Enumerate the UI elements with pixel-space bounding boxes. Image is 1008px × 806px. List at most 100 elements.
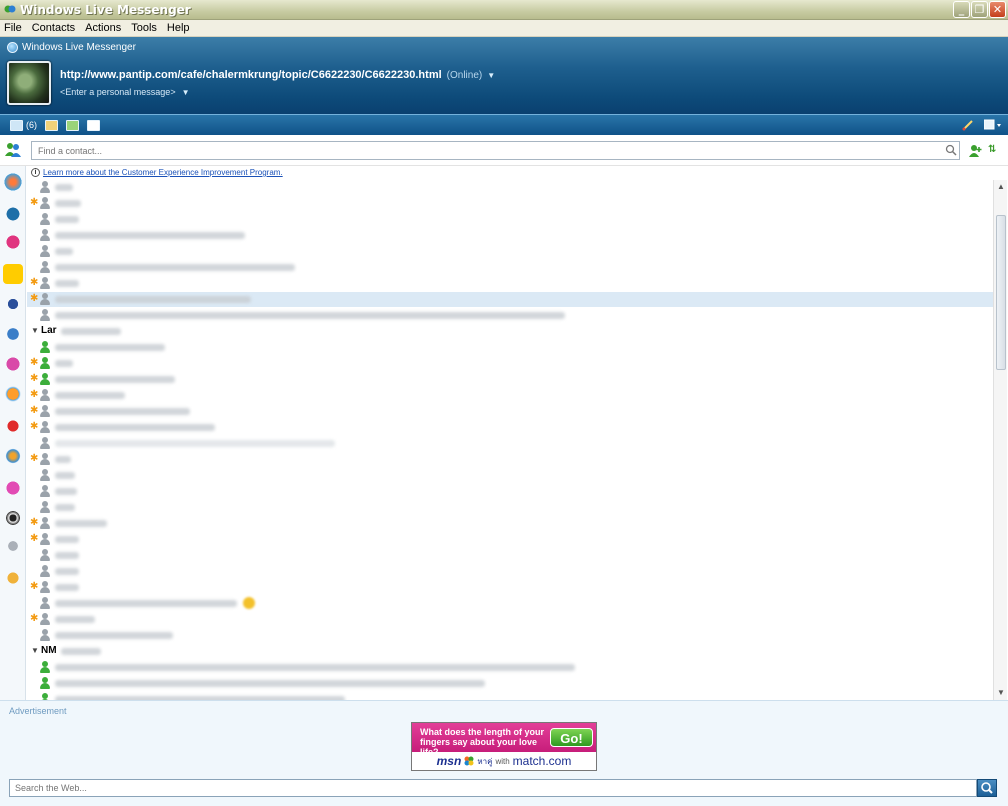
- taro-service-icon[interactable]: [3, 294, 23, 314]
- pink-service-icon[interactable]: [3, 478, 23, 498]
- contact-row[interactable]: ✱: [27, 452, 993, 467]
- menu-contacts[interactable]: Contacts: [32, 22, 75, 34]
- windows-service-icon[interactable]: [3, 446, 23, 466]
- ceip-link[interactable]: Learn more about the Customer Experience…: [43, 168, 283, 177]
- menu-tools[interactable]: Tools: [131, 22, 157, 34]
- ad-brand[interactable]: msn หาคู่ with match.com: [412, 752, 596, 770]
- group-header[interactable]: ▼ Lar: [27, 324, 993, 339]
- contact-row[interactable]: ✱: [27, 532, 993, 547]
- contact-row[interactable]: ✱: [27, 404, 993, 419]
- contact-row[interactable]: ✱: [27, 516, 993, 531]
- scroll-down-icon[interactable]: ▼: [994, 686, 1008, 700]
- contact-row[interactable]: [27, 244, 993, 259]
- chess-pawn-icon[interactable]: [3, 538, 23, 558]
- contact-row[interactable]: [27, 484, 993, 499]
- msn-butterfly-icon: [464, 756, 474, 766]
- contact-row[interactable]: [27, 500, 993, 515]
- butterfly-service-icon[interactable]: [3, 172, 23, 192]
- contact-row[interactable]: ✱: [27, 420, 993, 435]
- dhl-service-icon[interactable]: [3, 264, 23, 284]
- ad-go-button[interactable]: Go!: [550, 728, 593, 747]
- ad-banner[interactable]: What does the length of your fingers say…: [411, 722, 597, 771]
- favorite-star-icon: ✱: [30, 533, 39, 544]
- status-dropdown-icon[interactable]: ▼: [487, 71, 495, 80]
- contact-row[interactable]: [27, 212, 993, 227]
- personal-message[interactable]: <Enter a personal message> ▼: [60, 87, 190, 97]
- ais-service-icon[interactable]: [3, 324, 23, 344]
- favorite-star-icon: ✱: [30, 405, 39, 416]
- contact-row[interactable]: [27, 180, 993, 195]
- show-menu-icon[interactable]: [984, 119, 1002, 131]
- ad-top[interactable]: What does the length of your fingers say…: [412, 723, 596, 757]
- contact-list-scrollbar[interactable]: ▲ ▼: [993, 180, 1007, 700]
- scroll-thumb[interactable]: [996, 215, 1006, 370]
- contact-row[interactable]: [27, 692, 993, 700]
- contact-row[interactable]: [27, 660, 993, 675]
- offline-contact-icon: [40, 565, 50, 577]
- menu-file[interactable]: File: [4, 22, 22, 34]
- contacts-icon[interactable]: [4, 141, 22, 159]
- contact-row[interactable]: ✱: [27, 356, 993, 371]
- contact-row[interactable]: ✱: [27, 196, 993, 211]
- contact-row[interactable]: [27, 228, 993, 243]
- offline-contact-icon: [40, 581, 50, 593]
- maximize-button[interactable]: ❐: [971, 1, 988, 18]
- contact-row[interactable]: [27, 676, 993, 691]
- contact-row[interactable]: [27, 260, 993, 275]
- mobile-service-icon[interactable]: [3, 232, 23, 252]
- sort-contacts-icon[interactable]: ⇅: [988, 144, 1002, 158]
- bell-icon[interactable]: [3, 568, 23, 588]
- hand-service-icon[interactable]: [3, 416, 23, 436]
- contact-row[interactable]: [27, 340, 993, 355]
- close-button[interactable]: ✕: [989, 1, 1006, 18]
- contact-row[interactable]: ✱: [27, 580, 993, 595]
- calendar-icon[interactable]: [87, 119, 100, 131]
- favorite-star-icon: ✱: [30, 389, 39, 400]
- offline-contact-icon: [40, 309, 50, 321]
- scroll-up-icon[interactable]: ▲: [994, 180, 1008, 194]
- spaces-icon[interactable]: [45, 119, 58, 131]
- offline-contact-icon: [40, 181, 50, 193]
- collapse-arrow-icon[interactable]: ▼: [31, 646, 39, 655]
- contact-row-selected[interactable]: ✱: [27, 292, 993, 307]
- web-search-input[interactable]: [9, 779, 977, 797]
- personal-message-dropdown-icon[interactable]: ▼: [182, 88, 190, 97]
- collapse-arrow-icon[interactable]: ▼: [31, 326, 39, 335]
- personal-message-text[interactable]: <Enter a personal message>: [60, 87, 176, 97]
- avatar[interactable]: [7, 61, 51, 105]
- contact-row[interactable]: ✱: [27, 388, 993, 403]
- contact-row[interactable]: [27, 548, 993, 563]
- contact-row[interactable]: [27, 596, 993, 611]
- contact-row[interactable]: ✱: [27, 276, 993, 291]
- mail-count[interactable]: (6): [26, 120, 37, 130]
- web-search-button[interactable]: [977, 779, 997, 797]
- contact-search-input[interactable]: [31, 141, 960, 160]
- contact-row[interactable]: [27, 468, 993, 483]
- add-contact-icon[interactable]: [968, 144, 982, 158]
- mail-icon[interactable]: [10, 119, 23, 131]
- contact-row[interactable]: ✱: [27, 612, 993, 627]
- display-name[interactable]: http://www.pantip.com/cafe/chalermkrung/…: [60, 69, 442, 81]
- search-icon[interactable]: [945, 144, 957, 156]
- favorite-star-icon: ✱: [30, 613, 39, 624]
- offline-contact-icon: [40, 213, 50, 225]
- group-header[interactable]: ▼ NM: [27, 644, 993, 659]
- drop-service-icon[interactable]: [3, 202, 23, 222]
- face-service-icon[interactable]: [3, 384, 23, 404]
- menu-help[interactable]: Help: [167, 22, 190, 34]
- hexagon-service-icon[interactable]: [3, 354, 23, 374]
- favorite-star-icon: ✱: [30, 277, 39, 288]
- contact-row[interactable]: [27, 308, 993, 323]
- contact-row[interactable]: ✱: [27, 372, 993, 387]
- soccer-ball-icon[interactable]: [3, 508, 23, 528]
- offline-contact-icon: [40, 453, 50, 465]
- contact-row[interactable]: [27, 564, 993, 579]
- contact-row[interactable]: [27, 436, 993, 451]
- menu-actions[interactable]: Actions: [85, 22, 121, 34]
- customize-icon[interactable]: [962, 119, 974, 131]
- share-icon[interactable]: [66, 119, 79, 131]
- offline-contact-icon: [40, 613, 50, 625]
- minimize-button[interactable]: _: [953, 1, 970, 18]
- user-line[interactable]: http://www.pantip.com/cafe/chalermkrung/…: [60, 69, 495, 81]
- contact-row[interactable]: [27, 628, 993, 643]
